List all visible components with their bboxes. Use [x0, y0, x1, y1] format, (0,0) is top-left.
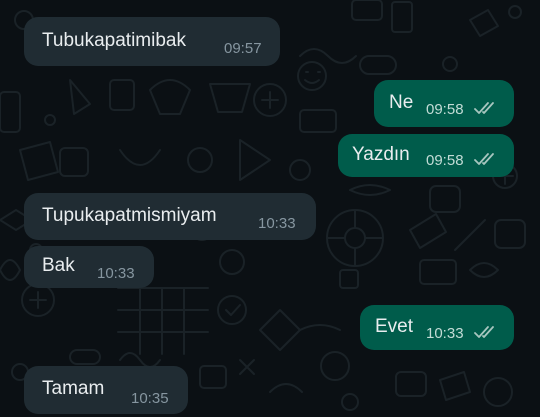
chat-area[interactable]: Tubukapatimibak 09:57 Ne 09:58 Yazdın 09… — [0, 0, 540, 417]
message-bubble-incoming[interactable]: Tamam 10:35 — [24, 366, 188, 414]
message-text: Tamam — [42, 378, 105, 399]
message-timestamp: 09:58 — [426, 101, 464, 118]
message-bubble-outgoing[interactable]: Evet 10:33 — [360, 305, 514, 350]
message-bubble-outgoing[interactable]: Yazdın 09:58 — [338, 134, 514, 177]
message-timestamp: 09:58 — [426, 152, 464, 169]
message-bubble-incoming[interactable]: Bak 10:33 — [24, 246, 154, 288]
message-text: Tubukapatimibak — [42, 30, 186, 51]
message-bubble-incoming[interactable]: Tubukapatimibak 09:57 — [24, 17, 280, 66]
message-text: Ne — [389, 92, 414, 113]
message-bubble-outgoing[interactable]: Ne 09:58 — [374, 80, 514, 127]
message-timestamp: 10:33 — [97, 265, 135, 282]
message-bubble-incoming[interactable]: Tupukapatmismiyam 10:33 — [24, 193, 316, 240]
message-text: Tupukapatmismiyam — [42, 205, 217, 226]
double-check-icon — [474, 102, 494, 114]
message-timestamp: 10:35 — [131, 390, 169, 407]
message-timestamp: 09:57 — [224, 40, 262, 57]
message-text: Evet — [375, 316, 414, 337]
message-text: Yazdın — [352, 144, 410, 165]
message-text: Bak — [42, 255, 75, 276]
message-timestamp: 10:33 — [426, 325, 464, 342]
message-timestamp: 10:33 — [258, 215, 296, 232]
double-check-icon — [474, 326, 494, 338]
double-check-icon — [474, 153, 494, 165]
